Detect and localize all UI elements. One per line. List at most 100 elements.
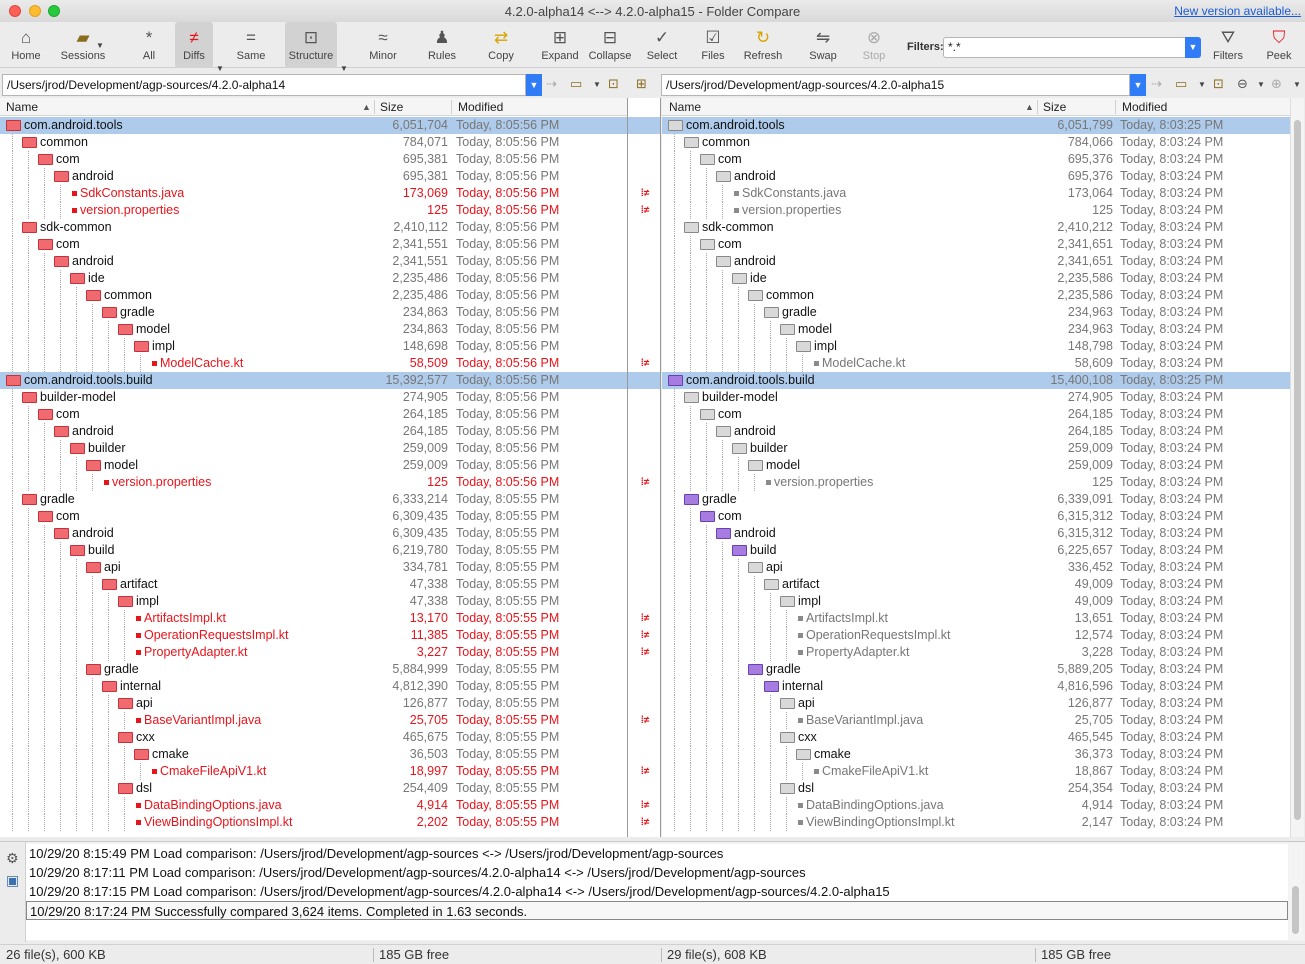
folder-row[interactable]: com 6,315,312 Today, 8:03:24 PM	[662, 508, 1290, 525]
file-row[interactable]: OperationRequestsImpl.kt 11,385 Today, 8:0…	[0, 627, 627, 644]
history-forward-icon[interactable]: ⊕	[1271, 76, 1282, 92]
right-modified-column-header[interactable]: Modified	[1122, 100, 1167, 114]
diffs-dropdown-icon[interactable]: ▼	[216, 64, 224, 73]
folder-row[interactable]: build 6,225,657 Today, 8:03:24 PM	[662, 542, 1290, 559]
left-nav-back-icon[interactable]: ⇢	[546, 76, 557, 92]
history-back-dropdown-icon[interactable]: ▼	[1257, 80, 1265, 89]
file-row[interactable]: OperationRequestsImpl.kt 12,574 Today, 8:0…	[662, 627, 1290, 644]
file-row[interactable]: ArtifactsImpl.kt 13,651 Today, 8:03:24 PM	[662, 610, 1290, 627]
log-scrollbar-thumb[interactable]	[1292, 886, 1299, 934]
folder-row[interactable]: android 264,185 Today, 8:05:56 PM	[0, 423, 627, 440]
left-parent-folder-icon[interactable]: ⊡	[608, 76, 619, 92]
folder-row[interactable]: internal 4,816,596 Today, 8:03:24 PM	[662, 678, 1290, 695]
folder-row[interactable]: android 695,376 Today, 8:03:24 PM	[662, 168, 1290, 185]
folder-row[interactable]: sdk-common 2,410,212 Today, 8:03:24 PM	[662, 219, 1290, 236]
folder-row[interactable]: android 6,315,312 Today, 8:03:24 PM	[662, 525, 1290, 542]
folder-row[interactable]: api 334,781 Today, 8:05:55 PM	[0, 559, 627, 576]
right-folder-pane[interactable]: Name ▲ Size Modified com.android.tools 6,…	[662, 98, 1290, 837]
folder-row[interactable]: impl 49,009 Today, 8:03:24 PM	[662, 593, 1290, 610]
folder-row[interactable]: model 259,009 Today, 8:03:24 PM	[662, 457, 1290, 474]
folder-row[interactable]: common 784,071 Today, 8:05:56 PM	[0, 134, 627, 151]
folder-row[interactable]: ide 2,235,586 Today, 8:03:24 PM	[662, 270, 1290, 287]
file-row[interactable]: ArtifactsImpl.kt 13,170 Today, 8:05:55 PM	[0, 610, 627, 627]
folder-row[interactable]: api 126,877 Today, 8:05:55 PM	[0, 695, 627, 712]
folder-row[interactable]: com.android.tools 6,051,704 Today, 8:05:56…	[0, 117, 627, 134]
folder-row[interactable]: com 695,381 Today, 8:05:56 PM	[0, 151, 627, 168]
folder-row[interactable]: model 234,863 Today, 8:05:56 PM	[0, 321, 627, 338]
folder-row[interactable]: model 259,009 Today, 8:05:56 PM	[0, 457, 627, 474]
folder-row[interactable]: android 264,185 Today, 8:03:24 PM	[662, 423, 1290, 440]
save-log-icon[interactable]: ▣	[6, 872, 19, 889]
folder-row[interactable]: com.android.tools 6,051,799 Today, 8:03:25…	[662, 117, 1290, 134]
file-row[interactable]: SdkConstants.java 173,064 Today, 8:03:24 P…	[662, 185, 1290, 202]
left-path-dropdown[interactable]: ▼	[526, 74, 542, 96]
folder-row[interactable]: ide 2,235,486 Today, 8:05:56 PM	[0, 270, 627, 287]
scrollbar-thumb[interactable]	[1294, 120, 1301, 820]
structure-dropdown-icon[interactable]: ▼	[340, 64, 348, 73]
folder-row[interactable]: com.android.tools.build 15,392,577 Today, …	[0, 372, 627, 389]
same-button[interactable]: = Same	[234, 22, 268, 68]
folder-row[interactable]: cmake 36,373 Today, 8:03:24 PM	[662, 746, 1290, 763]
left-path-input[interactable]: /Users/jrod/Development/agp-sources/4.2.…	[2, 74, 526, 96]
filters-dropdown-button[interactable]: ▼	[1185, 37, 1201, 58]
copy-button[interactable]: ⇄ Copy	[484, 22, 518, 68]
folder-row[interactable]: common 784,066 Today, 8:03:24 PM	[662, 134, 1290, 151]
folder-row[interactable]: gradle 5,889,205 Today, 8:03:24 PM	[662, 661, 1290, 678]
folder-row[interactable]: cmake 36,503 Today, 8:05:55 PM	[0, 746, 627, 763]
folder-row[interactable]: gradle 6,339,091 Today, 8:03:24 PM	[662, 491, 1290, 508]
folder-row[interactable]: impl 47,338 Today, 8:05:55 PM	[0, 593, 627, 610]
folder-row[interactable]: model 234,963 Today, 8:03:24 PM	[662, 321, 1290, 338]
new-version-link[interactable]: New version available...	[1174, 4, 1301, 18]
folder-row[interactable]: cxx 465,545 Today, 8:03:24 PM	[662, 729, 1290, 746]
left-open-folder-icon[interactable]: ▭	[570, 76, 582, 92]
folder-row[interactable]: android 2,341,651 Today, 8:03:24 PM	[662, 253, 1290, 270]
file-row[interactable]: CmakeFileApiV1.kt 18,997 Today, 8:05:55 PM	[0, 763, 627, 780]
folder-row[interactable]: android 6,309,435 Today, 8:05:55 PM	[0, 525, 627, 542]
right-size-column-header[interactable]: Size	[1043, 100, 1066, 114]
left-modified-column-header[interactable]: Modified	[458, 100, 503, 114]
folder-row[interactable]: artifact 47,338 Today, 8:05:55 PM	[0, 576, 627, 593]
peek-button[interactable]: ⛉ Peek	[1263, 22, 1295, 68]
folder-row[interactable]: impl 148,798 Today, 8:03:24 PM	[662, 338, 1290, 355]
file-row[interactable]: ModelCache.kt 58,509 Today, 8:05:56 PM	[0, 355, 627, 372]
right-path-input[interactable]: /Users/jrod/Development/agp-sources/4.2.…	[661, 74, 1130, 96]
files-button[interactable]: ☑ Files	[698, 22, 728, 68]
minor-button[interactable]: ≈ Minor	[366, 22, 400, 68]
folder-row[interactable]: android 695,381 Today, 8:05:56 PM	[0, 168, 627, 185]
file-row[interactable]: version.properties 125 Today, 8:03:24 PM	[662, 474, 1290, 491]
file-row[interactable]: PropertyAdapter.kt 3,228 Today, 8:03:24 PM	[662, 644, 1290, 661]
folder-row[interactable]: builder-model 274,905 Today, 8:05:56 PM	[0, 389, 627, 406]
folder-row[interactable]: com 2,341,551 Today, 8:05:56 PM	[0, 236, 627, 253]
history-forward-dropdown-icon[interactable]: ▼	[1293, 80, 1301, 89]
right-nav-icon[interactable]: ⇢	[1151, 76, 1162, 92]
all-button[interactable]: * All	[134, 22, 164, 68]
expand-button[interactable]: ⊞ Expand	[540, 22, 580, 68]
folder-row[interactable]: build 6,219,780 Today, 8:05:55 PM	[0, 542, 627, 559]
filters-input[interactable]: *.*	[943, 37, 1201, 58]
history-back-icon[interactable]: ⊖	[1237, 76, 1248, 92]
left-name-column-header[interactable]: Name	[6, 100, 38, 114]
folder-row[interactable]: builder 259,009 Today, 8:05:56 PM	[0, 440, 627, 457]
file-row[interactable]: version.properties 125 Today, 8:05:56 PM	[0, 474, 627, 491]
log-line-selected[interactable]: 10/29/20 8:17:24 PM Successfully compare…	[26, 901, 1288, 920]
file-row[interactable]: BaseVariantImpl.java 25,705 Today, 8:03:24…	[662, 712, 1290, 729]
right-open-dropdown-icon[interactable]: ▼	[1198, 80, 1206, 89]
right-path-dropdown[interactable]: ▼	[1130, 74, 1146, 96]
refresh-button[interactable]: ↻ Refresh	[742, 22, 784, 68]
folder-row[interactable]: builder 259,009 Today, 8:03:24 PM	[662, 440, 1290, 457]
file-row[interactable]: version.properties 125 Today, 8:03:24 PM	[662, 202, 1290, 219]
folder-row[interactable]: api 336,452 Today, 8:03:24 PM	[662, 559, 1290, 576]
left-swap-folder-icon[interactable]: ⊞	[636, 76, 647, 92]
folder-row[interactable]: com 264,185 Today, 8:03:24 PM	[662, 406, 1290, 423]
select-button[interactable]: ✓ Select	[645, 22, 679, 68]
folder-row[interactable]: cxx 465,675 Today, 8:05:55 PM	[0, 729, 627, 746]
right-parent-folder-icon[interactable]: ⊡	[1213, 76, 1224, 92]
gear-icon[interactable]: ⚙	[6, 850, 19, 867]
folder-row[interactable]: api 126,877 Today, 8:03:24 PM	[662, 695, 1290, 712]
folder-row[interactable]: android 2,341,551 Today, 8:05:56 PM	[0, 253, 627, 270]
sessions-button[interactable]: ▰ Sessions ▼	[58, 22, 108, 68]
stop-button[interactable]: ⊗ Stop	[860, 22, 888, 68]
file-row[interactable]: CmakeFileApiV1.kt 18,867 Today, 8:03:24 PM	[662, 763, 1290, 780]
left-folder-pane[interactable]: Name ▲ Size Modified com.android.tools 6,…	[0, 98, 627, 837]
right-name-column-header[interactable]: Name	[669, 100, 701, 114]
